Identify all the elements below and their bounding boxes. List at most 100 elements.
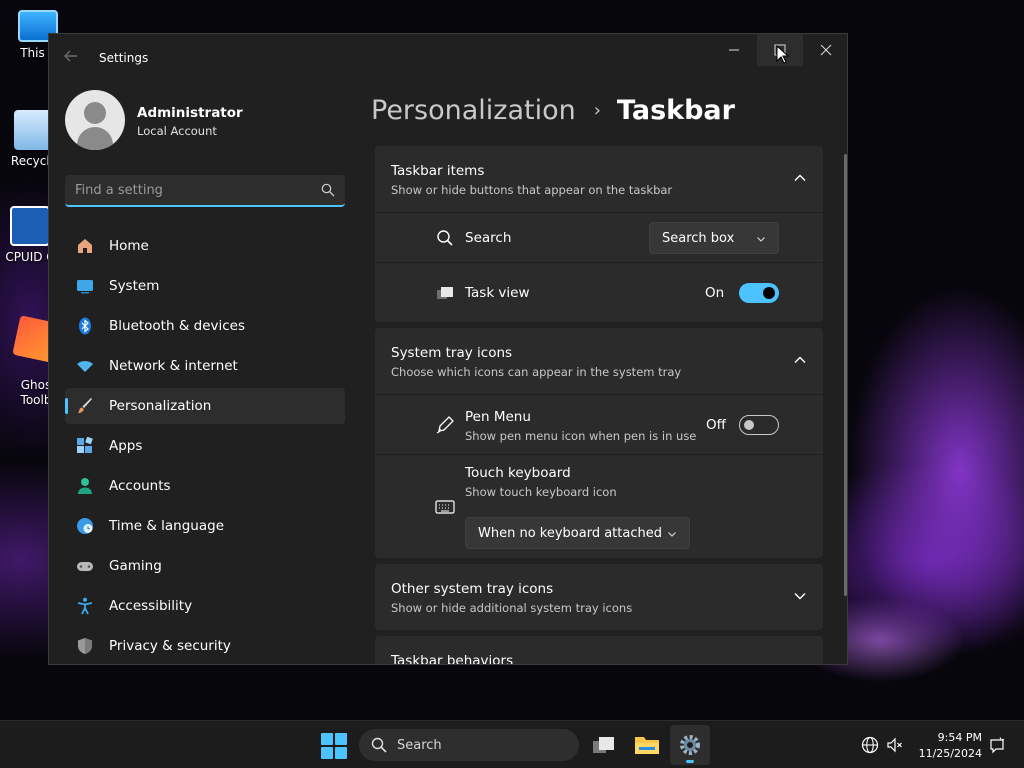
touch-keyboard-dropdown[interactable]: When no keyboard attached	[465, 517, 690, 549]
breadcrumb-parent-link[interactable]: Personalization	[371, 95, 576, 126]
section-title: Other system tray icons	[391, 581, 554, 597]
task-view-row: Task view On	[375, 262, 823, 322]
touch-keyboard-label: Touch keyboard	[465, 465, 571, 481]
notification-icon[interactable]	[987, 735, 1007, 755]
sidebar-item-system[interactable]: System	[65, 268, 345, 304]
system-clock[interactable]: 9:54 PM 11/25/2024	[918, 730, 982, 762]
globe-clock-icon	[75, 516, 95, 536]
network-globe-icon[interactable]	[860, 735, 880, 755]
search-setting-label: Search	[465, 230, 512, 246]
volume-muted-icon[interactable]	[885, 735, 905, 755]
find-setting-search[interactable]	[65, 175, 345, 207]
clock-date: 11/25/2024	[918, 747, 982, 760]
search-input[interactable]	[65, 175, 305, 205]
touch-keyboard-description: Show touch keyboard icon	[465, 485, 617, 499]
clock-time: 9:54 PM	[937, 731, 982, 744]
folder-icon	[635, 737, 659, 754]
task-view-state: On	[705, 285, 725, 301]
sidebar-item-gaming[interactable]: Gaming	[65, 548, 345, 584]
chevron-down-icon	[794, 593, 806, 600]
scrollbar[interactable]	[844, 154, 847, 596]
taskbar-items-header[interactable]: Taskbar items Show or hide buttons that …	[375, 146, 823, 212]
bluetooth-icon	[75, 316, 95, 336]
taskbar-items-section: Taskbar items Show or hide buttons that …	[375, 146, 823, 322]
settings-taskbar-button[interactable]	[670, 725, 710, 765]
section-description: Show or hide additional system tray icon…	[391, 601, 633, 615]
mouse-cursor-icon	[776, 45, 790, 64]
page-title: Taskbar	[616, 94, 735, 126]
sidebar-item-network[interactable]: Network & internet	[65, 348, 345, 384]
sidebar-item-label: System	[109, 278, 160, 294]
back-arrow-icon[interactable]	[63, 48, 83, 68]
sidebar-item-label: Privacy & security	[109, 638, 231, 654]
other-tray-section[interactable]: Other system tray icons Show or hide add…	[375, 564, 823, 630]
accounts-icon	[75, 476, 95, 496]
task-view-label: Task view	[465, 285, 530, 301]
active-app-indicator	[686, 760, 694, 763]
user-profile[interactable]: Administrator Local Account	[65, 90, 345, 150]
pen-menu-description: Show pen menu icon when pen is in use	[465, 429, 697, 443]
system-tray-header[interactable]: System tray icons Choose which icons can…	[375, 328, 823, 394]
breadcrumb: Personalization › Taskbar	[371, 90, 735, 130]
window-title: Settings	[99, 51, 149, 65]
close-button[interactable]	[803, 34, 847, 66]
apps-icon	[75, 436, 95, 456]
gamepad-icon	[75, 556, 95, 576]
taskbar-search-label: Search	[397, 737, 442, 753]
search-setting-row: Search Search box	[375, 212, 823, 262]
taskbar: Search 9:54 PM 11/25/2024	[0, 720, 1024, 768]
sidebar-nav: Home System Bluetooth & devices Network …	[65, 228, 345, 664]
pen-menu-toggle[interactable]	[739, 415, 779, 435]
chevron-down-icon	[757, 237, 765, 242]
taskbar-search-box[interactable]: Search	[359, 729, 579, 761]
sidebar-item-apps[interactable]: Apps	[65, 428, 345, 464]
breadcrumb-separator: ›	[593, 99, 601, 121]
sidebar-item-label: Home	[109, 238, 149, 254]
pen-menu-label: Pen Menu	[465, 409, 531, 425]
desktop-icon-label: Ghos Toolb	[20, 378, 52, 407]
sidebar-item-accounts[interactable]: Accounts	[65, 468, 345, 504]
taskbar-behaviors-section[interactable]: Taskbar behaviors	[375, 636, 823, 665]
other-tray-header[interactable]: Other system tray icons Show or hide add…	[375, 564, 823, 630]
gear-icon	[680, 735, 700, 755]
pen-icon	[435, 415, 455, 435]
sidebar-item-label: Gaming	[109, 558, 162, 574]
search-mode-dropdown[interactable]: Search box	[649, 222, 779, 254]
settings-window: Settings Administrator Local Account Hom…	[48, 33, 848, 665]
minimize-button[interactable]	[711, 34, 757, 66]
task-view-icon	[435, 283, 455, 303]
search-icon	[435, 228, 455, 248]
sidebar-item-label: Bluetooth & devices	[109, 318, 246, 334]
sidebar-item-label: Network & internet	[109, 358, 238, 374]
settings-content: Taskbar items Show or hide buttons that …	[375, 146, 823, 665]
sidebar-item-home[interactable]: Home	[65, 228, 345, 264]
task-view-toggle[interactable]	[739, 283, 779, 303]
sidebar-item-label: Apps	[109, 438, 143, 454]
profile-name: Administrator	[137, 105, 243, 121]
search-icon	[371, 737, 387, 753]
brush-icon	[75, 396, 95, 416]
task-view-button[interactable]	[584, 725, 624, 765]
sidebar-item-personalization[interactable]: Personalization	[65, 388, 345, 424]
sidebar-item-time-language[interactable]: Time & language	[65, 508, 345, 544]
section-title: System tray icons	[391, 345, 513, 361]
section-title: Taskbar behaviors	[391, 653, 514, 665]
sidebar-item-accessibility[interactable]: Accessibility	[65, 588, 345, 624]
sidebar-item-privacy[interactable]: Privacy & security	[65, 628, 345, 664]
title-bar: Settings	[49, 34, 847, 82]
task-view-icon	[593, 737, 614, 753]
start-button[interactable]	[321, 733, 347, 759]
chevron-up-icon	[794, 356, 806, 363]
profile-account-type: Local Account	[137, 124, 217, 138]
sidebar-item-bluetooth[interactable]: Bluetooth & devices	[65, 308, 345, 344]
pen-menu-state: Off	[706, 417, 726, 433]
wifi-icon	[75, 356, 95, 376]
sidebar-item-label: Time & language	[109, 518, 225, 534]
sidebar-item-label: Accessibility	[109, 598, 193, 614]
home-icon	[75, 236, 95, 256]
keyboard-icon	[435, 497, 455, 517]
touch-keyboard-value: When no keyboard attached	[478, 525, 662, 541]
system-tray-section: System tray icons Choose which icons can…	[375, 328, 823, 558]
file-explorer-button[interactable]	[627, 725, 667, 765]
cpu-chip-icon	[10, 206, 50, 246]
